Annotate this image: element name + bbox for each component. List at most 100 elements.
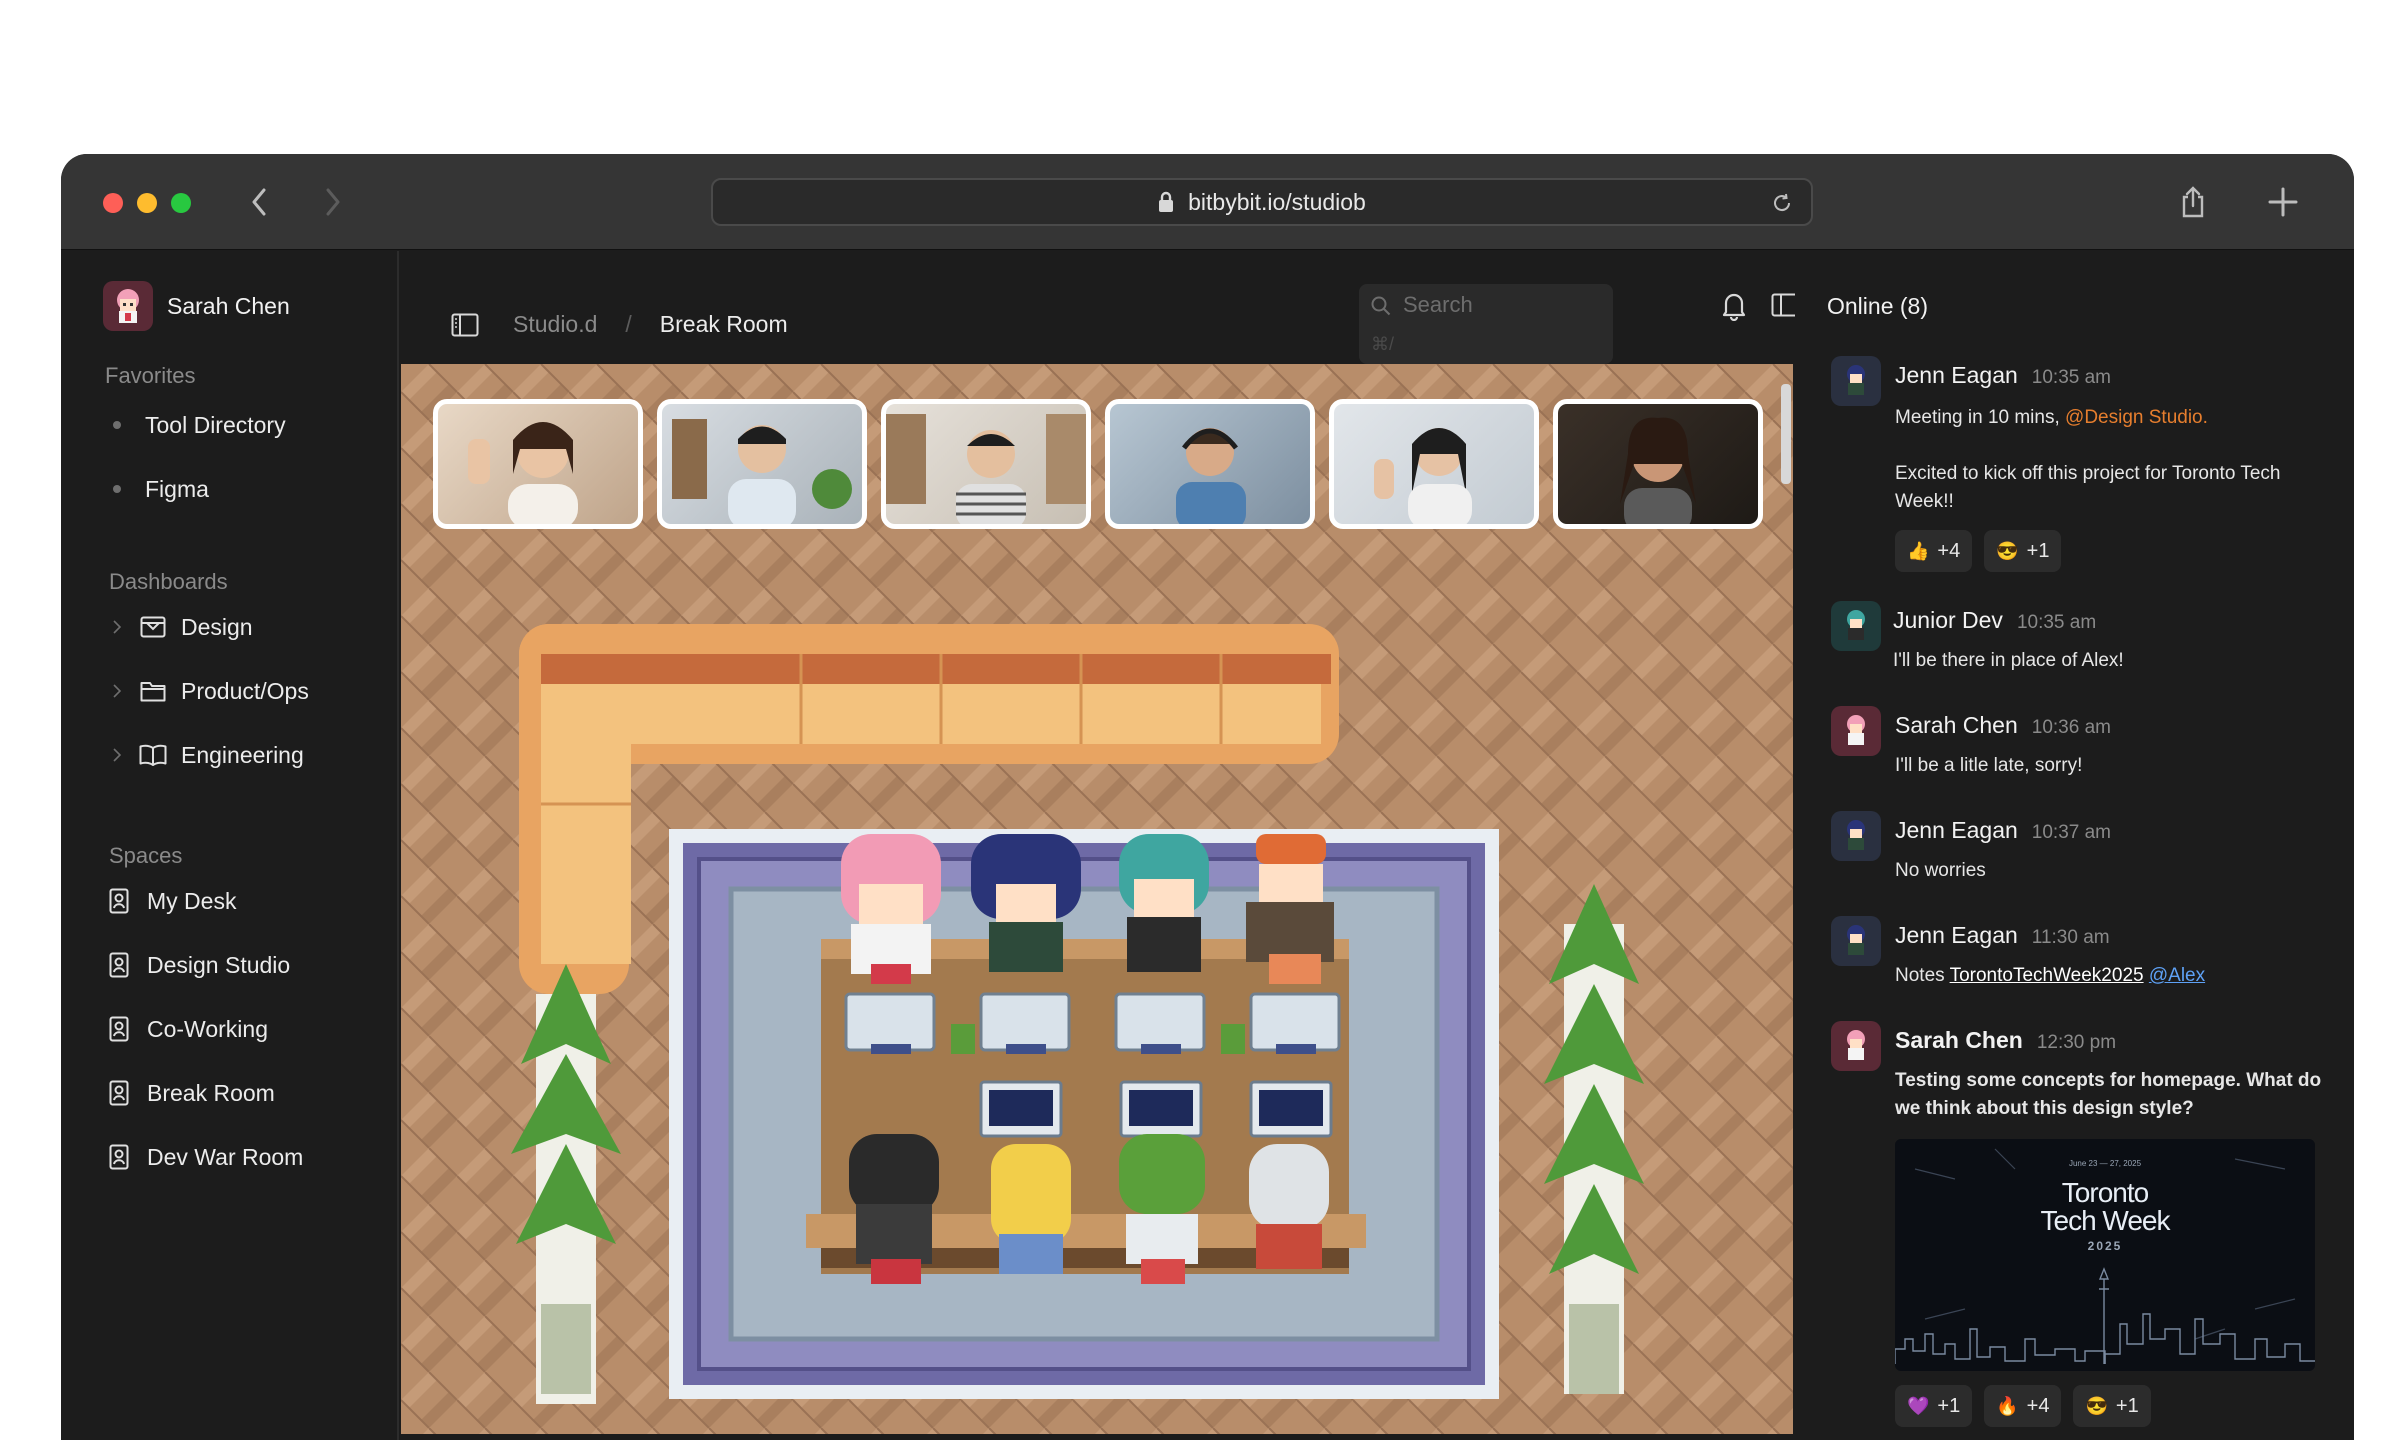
event-title-line2: Tech Week (2040, 1205, 2171, 1236)
message-time: 10:37 am (2031, 822, 2112, 843)
space-label: Co-Working (147, 1015, 268, 1042)
lock-icon (1158, 191, 1174, 213)
avatar[interactable] (1831, 1021, 1881, 1071)
message-time: 10:35 am (2016, 612, 2097, 633)
chevron-right-icon[interactable] (107, 620, 127, 634)
reload-icon[interactable] (1771, 192, 1793, 214)
breadcrumb: Studio.d / Break Room (451, 311, 788, 338)
dashboard-item-design[interactable]: Design (105, 607, 253, 647)
reaction-fire[interactable]: 🔥 +4 (1984, 1385, 2062, 1427)
avatar[interactable] (1831, 706, 1881, 756)
mention-link[interactable]: @Design Studio. (2065, 407, 2208, 428)
space-item-dev-war-room[interactable]: Dev War Room (105, 1137, 303, 1177)
message-author: Jenn Eagan 11:30 am (1895, 922, 2110, 949)
avatar[interactable] (1831, 601, 1881, 651)
breadcrumb-parent[interactable]: Studio.d (513, 311, 597, 338)
message-text-part: Meeting in 10 mins, (1895, 407, 2066, 428)
search-input[interactable]: Search ⌘/ (1359, 284, 1613, 364)
scrollbar[interactable] (1781, 384, 1791, 484)
bullet-icon (113, 485, 121, 493)
dashboard-item-product-ops[interactable]: Product/Ops (105, 671, 309, 711)
minimize-window-button[interactable] (137, 193, 157, 213)
message-text: Excited to kick off this project for Tor… (1895, 463, 2281, 512)
avatar[interactable] (1831, 811, 1881, 861)
forward-arrow-icon[interactable] (315, 184, 351, 220)
user-name: Sarah Chen (167, 292, 290, 319)
author-name: Junior Dev (1893, 607, 2003, 633)
reaction-count: +1 (2115, 1394, 2139, 1417)
participant-video (672, 419, 852, 524)
video-tile[interactable] (881, 399, 1091, 529)
chevron-right-icon[interactable] (107, 748, 127, 762)
participant-video (1374, 428, 1472, 524)
fire-icon: 🔥 (1996, 1395, 2019, 1416)
space-item-design-studio[interactable]: Design Studio (105, 945, 290, 985)
badge-icon (105, 951, 133, 979)
avatar[interactable] (1831, 916, 1881, 966)
space-label: My Desk (147, 887, 237, 914)
reaction-cool[interactable]: 😎 +1 (1984, 530, 2062, 572)
reaction-count: +1 (1937, 1394, 1961, 1417)
current-user[interactable]: Sarah Chen (103, 281, 290, 331)
event-year: 2025 (2087, 1239, 2123, 1253)
reaction-cool[interactable]: 😎 +1 (2073, 1385, 2151, 1427)
video-tile[interactable] (657, 399, 867, 529)
video-tile[interactable] (1553, 399, 1763, 529)
message-time: 12:30 pm (2036, 1032, 2117, 1053)
mention-link[interactable]: @Alex (2149, 965, 2205, 986)
favorite-label: Tool Directory (145, 411, 286, 438)
message-text-part: Notes (1895, 965, 1950, 986)
video-tile[interactable] (1105, 399, 1315, 529)
badge-icon (105, 887, 133, 915)
badge-icon (105, 1015, 133, 1043)
notes-link[interactable]: TorontoTechWeek2025 (1950, 965, 2144, 986)
badge-icon (105, 1143, 133, 1171)
back-arrow-icon[interactable] (241, 184, 277, 220)
space-item-my-desk[interactable]: My Desk (105, 881, 236, 921)
bell-icon[interactable] (1721, 291, 1747, 321)
new-tab-plus-icon[interactable] (2263, 182, 2303, 222)
chevron-right-icon[interactable] (107, 684, 127, 698)
space-item-co-working[interactable]: Co-Working (105, 1009, 268, 1049)
video-tile[interactable] (1329, 399, 1539, 529)
sidebar-toggle-icon[interactable] (451, 313, 479, 337)
space-label: Break Room (147, 1079, 275, 1106)
author-name: Jenn Eagan (1895, 922, 2018, 948)
video-strip (433, 399, 1763, 529)
message-text: Meeting in 10 mins, @Design Studio. (1895, 404, 2335, 432)
book-icon (139, 741, 167, 769)
dashboard-label: Engineering (181, 741, 304, 768)
image-attachment[interactable]: June 23 — 27, 2025 Toronto Tech Week 202… (1895, 1139, 2315, 1371)
message-author: Jenn Eagan 10:37 am (1895, 817, 2111, 844)
close-window-button[interactable] (103, 193, 123, 213)
share-icon[interactable] (2173, 182, 2213, 222)
favorite-item-figma[interactable]: Figma (105, 469, 209, 509)
reactions: 👍 +4 😎 +1 (1895, 530, 2073, 572)
search-icon (1371, 296, 1391, 316)
reaction-thumbs-up[interactable]: 👍 +4 (1895, 530, 1973, 572)
reactions: 💜 +1 🔥 +4 😎 +1 (1895, 1385, 2163, 1427)
room-canvas[interactable] (401, 364, 1793, 1434)
message-author: Sarah Chen 12:30 pm (1895, 1027, 2116, 1054)
maximize-window-button[interactable] (171, 193, 191, 213)
video-tile[interactable] (433, 399, 643, 529)
author-name: Sarah Chen (1895, 712, 2018, 738)
spaces-heading: Spaces (109, 843, 183, 868)
dashboards-heading: Dashboards (109, 569, 228, 594)
reaction-heart[interactable]: 💜 +1 (1895, 1385, 1973, 1427)
space-item-break-room[interactable]: Break Room (105, 1073, 275, 1113)
address-bar[interactable]: bitbybit.io/studiob (711, 178, 1813, 226)
purple-heart-icon: 💜 (1907, 1395, 1930, 1416)
avatar[interactable] (1831, 356, 1881, 406)
favorite-label: Figma (145, 475, 209, 502)
event-date: June 23 — 27, 2025 (2068, 1159, 2142, 1168)
space-label: Dev War Room (147, 1143, 304, 1170)
message-author: Junior Dev 10:35 am (1893, 607, 2096, 634)
dashboard-label: Design (181, 613, 253, 640)
author-name: Sarah Chen (1895, 1027, 2023, 1053)
favorite-item-tool-directory[interactable]: Tool Directory (105, 405, 286, 445)
breadcrumb-separator: / (625, 311, 632, 337)
browser-window: bitbybit.io/studiob Sarah Chen Favorites… (61, 154, 2354, 1440)
dashboard-item-engineering[interactable]: Engineering (105, 735, 304, 775)
main-area: Studio.d / Break Room Search ⌘/ (401, 251, 1799, 1440)
